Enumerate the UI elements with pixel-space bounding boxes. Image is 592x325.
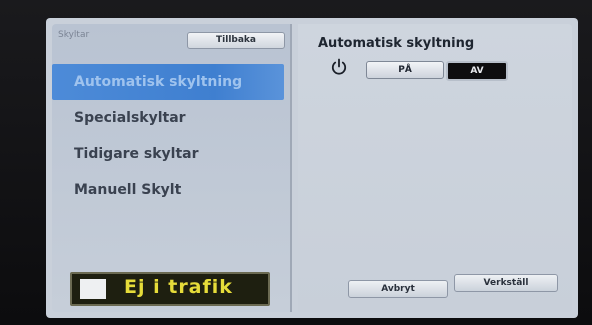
breadcrumb: Skyltar xyxy=(58,30,90,40)
off-button[interactable]: AV xyxy=(446,61,508,81)
menu-list: Automatisk skyltning Specialskyltar Tidi… xyxy=(52,64,292,208)
on-button[interactable]: PÅ xyxy=(366,61,444,79)
menu-panel: Skyltar Tillbaka Automatisk skyltning Sp… xyxy=(52,24,292,312)
power-icon xyxy=(330,58,348,76)
status-swatch xyxy=(80,279,106,299)
status-display: Ej i trafik xyxy=(70,272,270,306)
status-text: Ej i trafik xyxy=(124,276,233,298)
detail-panel: Automatisk skyltning PÅ AV Avbryt Verkst… xyxy=(298,24,572,312)
cancel-button[interactable]: Avbryt xyxy=(348,280,448,298)
panel-title: Automatisk skyltning xyxy=(318,36,475,51)
back-button[interactable]: Tillbaka xyxy=(187,32,285,49)
display-screen: Skyltar Tillbaka Automatisk skyltning Sp… xyxy=(46,18,578,318)
menu-item-manuell-skylt[interactable]: Manuell Skylt xyxy=(52,172,284,208)
apply-button[interactable]: Verkställ xyxy=(454,274,558,292)
menu-item-tidigare-skyltar[interactable]: Tidigare skyltar xyxy=(52,136,284,172)
menu-item-automatisk-skyltning[interactable]: Automatisk skyltning xyxy=(52,64,284,100)
menu-item-specialskyltar[interactable]: Specialskyltar xyxy=(52,100,284,136)
